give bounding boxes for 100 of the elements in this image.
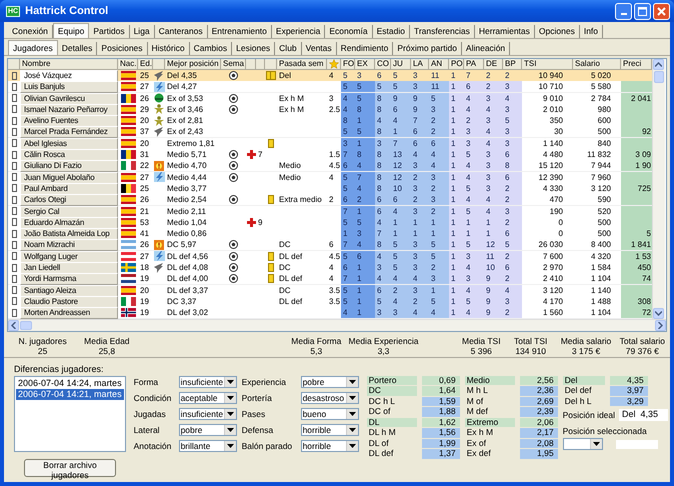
sub-tab[interactable]: Próximo partido: [393, 42, 462, 55]
table-cell: 1: [449, 149, 464, 162]
sub-tab[interactable]: Ventas: [302, 42, 337, 55]
sub-tab[interactable]: Cambios: [190, 42, 232, 55]
dropdown[interactable]: horrible: [300, 424, 359, 436]
position-dropdown[interactable]: [562, 438, 603, 450]
row-checkbox[interactable]: [12, 240, 16, 249]
table-cell: 72: [621, 307, 652, 320]
table-row[interactable]: Luis Banjuls 27 Del 4,27 5 5 5 5 3 11 1 6 2 3 10 710 5 580: [8, 81, 652, 93]
minimize-button[interactable]: [615, 2, 632, 20]
row-checkbox[interactable]: [12, 230, 16, 238]
table-cell: Jan Liedell: [20, 262, 118, 274]
row-checkbox[interactable]: [12, 207, 16, 216]
row-checkbox[interactable]: [12, 94, 16, 102]
row-checkbox[interactable]: [12, 162, 16, 170]
menu-tab[interactable]: Info: [580, 25, 604, 38]
sub-tab[interactable]: Alineación: [462, 42, 510, 55]
table-cell: 3: [411, 160, 429, 172]
dropdown[interactable]: aceptable: [178, 392, 237, 404]
row-checkbox[interactable]: [12, 297, 16, 306]
table-row[interactable]: Jan Liedell 18 DL def 4,08 DC 4 6 1 3 5 3 2 1 4 10 6 2 970 1 584 450: [8, 262, 652, 274]
table-cell: Eduardo Almazán: [20, 216, 118, 229]
table-cell: 4: [464, 284, 484, 297]
menu-tab[interactable]: Estadio: [372, 25, 410, 38]
scroll-left-button[interactable]: [8, 320, 19, 331]
row-checkbox[interactable]: [12, 128, 16, 136]
table-row[interactable]: Yordi Harmsma 19 DL def 4,00 DL def 4 7 1 4 4 4 3 1 3 9 2 2 410 1 104 74: [8, 273, 652, 285]
row-checkbox[interactable]: [12, 274, 16, 283]
table-row[interactable]: Ismael Nazario Peñarroy 29 Ex of 3,46 Ex h M 2.5 4 8 8 6 9 3 1 4 4 3 2 010 980: [8, 104, 652, 116]
menu-tab[interactable]: Entrenamiento: [208, 25, 272, 38]
list-item[interactable]: 2006-07-04 14:21, martes: [16, 388, 124, 400]
sub-tab[interactable]: Posiciones: [97, 42, 148, 55]
horizontal-scrollbar[interactable]: [8, 318, 666, 331]
row-checkbox[interactable]: [12, 82, 16, 91]
menu-tab[interactable]: Herramientas: [474, 25, 535, 38]
row-checkbox[interactable]: [12, 196, 16, 204]
sub-tab[interactable]: Club: [275, 42, 302, 55]
dropdown[interactable]: insuficiente: [178, 408, 237, 420]
row-checkbox[interactable]: [12, 105, 16, 114]
table-cell: 8: [355, 149, 375, 162]
row-checkbox[interactable]: [12, 184, 16, 192]
scroll-thumb[interactable]: [654, 71, 664, 83]
row-checkbox[interactable]: [12, 116, 16, 125]
menu-tab[interactable]: Opciones: [534, 25, 580, 38]
close-button[interactable]: [653, 2, 670, 20]
row-checkbox[interactable]: [12, 139, 16, 148]
sub-tab[interactable]: Histórico: [148, 42, 190, 55]
dropdown[interactable]: bueno: [300, 408, 359, 420]
menu-tab[interactable]: Canteranos: [154, 25, 208, 38]
scroll-down-button[interactable]: [653, 308, 664, 319]
row-checkbox[interactable]: [12, 173, 16, 182]
table-row[interactable]: Claudio Pastore 19 DC 3,37 DL def 3.5 5 1 5 4 2 5 1 5 9 3 4 170 1 488 308: [8, 296, 652, 308]
scroll-up-button[interactable]: [653, 59, 664, 70]
vertical-scrollbar[interactable]: [652, 59, 665, 319]
row-checkbox[interactable]: [12, 308, 16, 317]
table-row[interactable]: Paul Ambard 25 Medio 3,77 5 4 8 10 3 2 1 5 3 2 4 330 3 120 725: [8, 182, 652, 194]
table-cell: 4: [464, 160, 484, 172]
dropdown[interactable]: insuficiente: [178, 376, 237, 388]
row-checkbox[interactable]: [12, 150, 16, 159]
row-checkbox[interactable]: [12, 252, 16, 260]
row-checkbox[interactable]: [12, 218, 16, 226]
dropdown[interactable]: pobre: [178, 424, 237, 436]
scroll-right-button[interactable]: [655, 320, 666, 331]
dropdown[interactable]: horrible: [300, 440, 359, 452]
row-checkbox[interactable]: [12, 264, 16, 272]
table-cell: 6: [341, 194, 355, 206]
table-cell: 3: [464, 138, 484, 150]
table-row[interactable]: Avelino Fuentes 20 Ex of 2,81 8 1 4 4 7 2 1 2 3 5 350 600: [8, 115, 652, 126]
dropdown[interactable]: desastroso: [300, 392, 359, 404]
table-row[interactable]: Eduardo Almazán 53 Medio 1,04 9 5 5 4 1 1 1 1 1 1 2 0 500: [8, 216, 652, 228]
table-cell: 1: [411, 228, 429, 240]
table-row[interactable]: Carlos Otegi 26 Medio 2,54 Extra medio 2 6 2 6 6 2 3 1 4 4 2 470 590: [8, 194, 652, 206]
menu-tab[interactable]: Economía: [325, 25, 373, 38]
menu-tab[interactable]: Transferencias: [410, 25, 475, 38]
table-row[interactable]: Călin Rosca 31 Medio 5,71 7 1.5 7 8 8 13 4 4 1 5 3 6 4 480 11 832 3 09: [8, 149, 652, 160]
sub-tab[interactable]: Detalles: [58, 42, 98, 55]
table-row[interactable]: João Batista Almeida Lop 41 Medio 0,86 1 3 7 1 1 1 1 1 1 6 0 500 5: [8, 228, 652, 240]
sub-tab[interactable]: Jugadores: [8, 40, 58, 55]
table-row[interactable]: Giuliano Di Fazio 22 Medio 4,70 Medio 4.5 6 4 8 12 3 4 1 4 3 8 15 120 7 944 1 90: [8, 160, 652, 172]
table-cell: 5: [391, 81, 411, 94]
menu-tab[interactable]: Experiencia: [272, 25, 326, 38]
row-checkbox[interactable]: [12, 286, 16, 294]
sub-tab[interactable]: Lesiones: [232, 42, 276, 55]
sub-tab[interactable]: Rendimiento: [336, 42, 394, 55]
dropdown[interactable]: brillante: [178, 440, 237, 452]
menu-tab[interactable]: Liga: [130, 25, 155, 38]
list-box[interactable]: 2006-07-04 14:24, martes 2006-07-04 14:21, martes: [14, 376, 126, 452]
table-cell: 3: [503, 138, 522, 150]
row-checkbox[interactable]: [12, 72, 16, 80]
menu-tab[interactable]: Partidos: [89, 25, 130, 38]
dropdown[interactable]: pobre: [300, 376, 359, 388]
scroll-thumb[interactable]: [20, 320, 32, 330]
table-row[interactable]: Marcel Prada Fernández 37 Ex of 2,43 5 5 8 1 6 2 1 3 4 3 30 500 92: [8, 126, 652, 138]
table-row[interactable]: Morten Andreassen 19 DL def 3,02 4 1 3 3 4 4 1 4 9 2 1 560 1 104 72: [8, 307, 652, 319]
maximize-button[interactable]: [634, 2, 651, 20]
menu-tab[interactable]: Equipo: [52, 23, 90, 38]
table-row[interactable]: Noam Mizrachi 26 DC 5,97 DC 6 7 4 8 5 3 5 1 5 12 5 26 030 8 400 1 841: [8, 239, 652, 251]
list-item[interactable]: 2006-07-04 14:24, martes: [16, 378, 124, 389]
position-label: Del: [562, 376, 605, 386]
table-cell: 1: [411, 216, 429, 229]
